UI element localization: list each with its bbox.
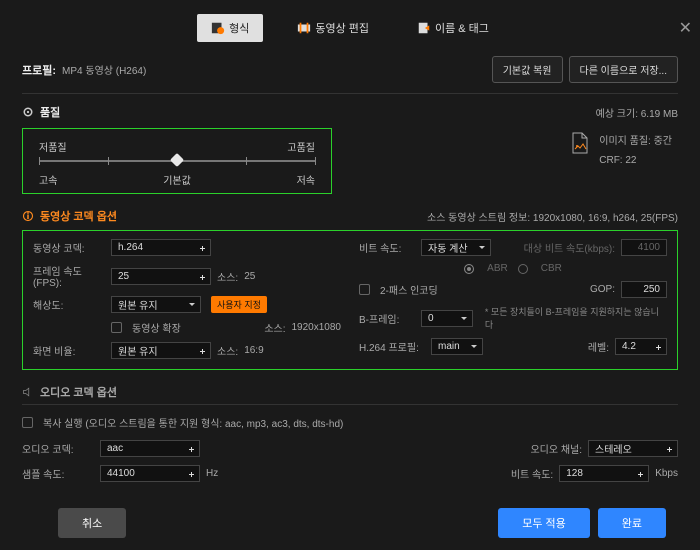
slow-label: 저속: [297, 172, 315, 187]
stream-info: 소스 동영상 스트림 정보: 1920x1080, 16:9, h264, 25…: [427, 209, 678, 224]
profile-value: MP4 동영상 (H264): [62, 62, 146, 77]
done-button[interactable]: 완료: [598, 508, 666, 538]
tab-format-label: 형식: [229, 20, 249, 36]
bitrate-select[interactable]: 자동 계산: [421, 239, 491, 256]
divider: [22, 404, 678, 405]
slider-thumb[interactable]: [170, 153, 184, 167]
profile-row: 프로필: MP4 동영상 (H264) 기본값 복원 다른 이름으로 저장...: [0, 56, 700, 83]
bitrate-label: 비트 속도:: [359, 240, 415, 255]
quality-slider-box: 저품질 고품질 고속 기본값 저속: [22, 128, 332, 194]
level-select[interactable]: 4.2: [615, 338, 667, 355]
channels-label: 오디오 채널:: [530, 441, 582, 456]
gop-value[interactable]: 250: [621, 281, 667, 298]
bframe-label: B-프레임:: [359, 311, 415, 326]
default-label: 기본값: [163, 172, 191, 187]
fps-source-value: 25: [244, 271, 255, 282]
video-codec-section-header: 동영상 코덱 옵션 소스 동영상 스트림 정보: 1920x1080, 16:9…: [22, 208, 678, 224]
video-codec-options: 동영상 코덱: h.264 프레임 속도(FPS): 25 소스: 25 해상도…: [22, 230, 678, 370]
fast-label: 고속: [39, 172, 57, 187]
tabs: 형식 동영상 편집 이름 & 태그: [0, 14, 700, 42]
abitrate-label: 비트 속도:: [511, 466, 553, 481]
abitrate-select[interactable]: 128: [559, 465, 649, 482]
aspect-source-label: 소스:: [217, 343, 238, 358]
document-icon: [571, 132, 589, 154]
cbr-radio[interactable]: [518, 264, 528, 274]
bframe-note: * 모든 장치들이 B-프레임을 지원하지는 않습니다: [485, 305, 667, 331]
res-select[interactable]: 원본 유지: [111, 296, 201, 313]
tab-tags[interactable]: 이름 & 태그: [403, 14, 503, 42]
bframe-select[interactable]: 0: [421, 310, 473, 327]
divider: [22, 93, 678, 94]
res-label: 해상도:: [33, 297, 105, 312]
crf-text: CRF: 22: [599, 155, 672, 166]
abr-radio[interactable]: [464, 264, 474, 274]
edit-icon: [297, 21, 311, 35]
kbps-label: Kbps: [655, 468, 678, 479]
srate-label: 샘플 속도:: [22, 466, 94, 481]
audio-copy-label: 복사 실행 (오디오 스트림을 통한 지원 형식: aac, mp3, ac3,…: [43, 415, 343, 430]
profile-label: 프로필:: [22, 62, 56, 78]
tab-tags-label: 이름 & 태그: [435, 20, 489, 36]
acodec-label: 오디오 코덱:: [22, 441, 94, 456]
gop-label: GOP:: [590, 284, 615, 295]
extend-video-checkbox[interactable]: [111, 322, 122, 333]
gear-icon: [22, 106, 34, 118]
low-quality-label: 저품질: [39, 139, 67, 154]
apply-all-button[interactable]: 모두 적용: [498, 508, 590, 538]
fps-label: 프레임 속도(FPS):: [33, 263, 105, 289]
aspect-select[interactable]: 원본 유지: [111, 342, 211, 359]
vcodec-label: 동영상 코덱:: [33, 240, 105, 255]
twopass-label: 2-패스 인코딩: [380, 282, 438, 297]
footer: 취소 모두 적용 완료: [0, 508, 700, 538]
audio-copy-checkbox[interactable]: [22, 417, 33, 428]
srate-select[interactable]: 44100: [100, 465, 200, 482]
high-quality-label: 고품질: [287, 139, 315, 154]
res-source-label: 소스:: [264, 320, 285, 335]
tab-format[interactable]: 형식: [197, 14, 263, 42]
res-source-value: 1920x1080: [292, 322, 342, 333]
est-size: 예상 크기: 6.19 MB: [596, 105, 678, 120]
quality-section-header: 품질 예상 크기: 6.19 MB: [22, 104, 678, 120]
h264-profile-select[interactable]: main: [431, 338, 483, 355]
twopass-checkbox[interactable]: [359, 284, 370, 295]
user-set-button[interactable]: 사용자 지정: [211, 296, 267, 313]
speaker-icon: [22, 386, 34, 398]
vcodec-select[interactable]: h.264: [111, 239, 211, 256]
level-label: 레벨:: [588, 339, 609, 354]
target-bitrate-value[interactable]: 4100: [621, 239, 667, 256]
fps-select[interactable]: 25: [111, 268, 211, 285]
target-bitrate-label: 대상 비트 속도(kbps):: [524, 240, 615, 255]
extend-video-label: 동영상 확장: [132, 320, 181, 335]
acodec-select[interactable]: aac: [100, 440, 200, 457]
format-icon: [211, 21, 225, 35]
abr-label: ABR: [487, 263, 508, 274]
cancel-button[interactable]: 취소: [58, 508, 126, 538]
tab-edit-label: 동영상 편집: [315, 20, 369, 36]
image-quality-text: 이미지 품질: 중간: [599, 132, 672, 147]
aspect-source-value: 16:9: [244, 345, 263, 356]
info-icon: [22, 210, 34, 222]
quality-slider[interactable]: [39, 160, 315, 162]
restore-defaults-button[interactable]: 기본값 복원: [492, 56, 563, 83]
channels-select[interactable]: 스테레오: [588, 440, 678, 457]
audio-codec-title: 오디오 코덱 옵션: [40, 384, 117, 400]
audio-codec-section-header: 오디오 코덱 옵션: [22, 384, 678, 400]
h264-profile-label: H.264 프로필:: [359, 339, 425, 354]
cbr-label: CBR: [541, 263, 562, 274]
save-as-button[interactable]: 다른 이름으로 저장...: [569, 56, 679, 83]
quality-title: 품질: [40, 104, 60, 120]
close-icon[interactable]: ✕: [679, 18, 692, 38]
image-quality-info: 이미지 품질: 중간 CRF: 22: [571, 128, 672, 194]
tab-edit[interactable]: 동영상 편집: [283, 14, 383, 42]
hz-label: Hz: [206, 468, 218, 479]
fps-source-label: 소스:: [217, 269, 238, 284]
tags-icon: [417, 21, 431, 35]
aspect-label: 화면 비율:: [33, 343, 105, 358]
video-codec-title: 동영상 코덱 옵션: [40, 208, 117, 224]
